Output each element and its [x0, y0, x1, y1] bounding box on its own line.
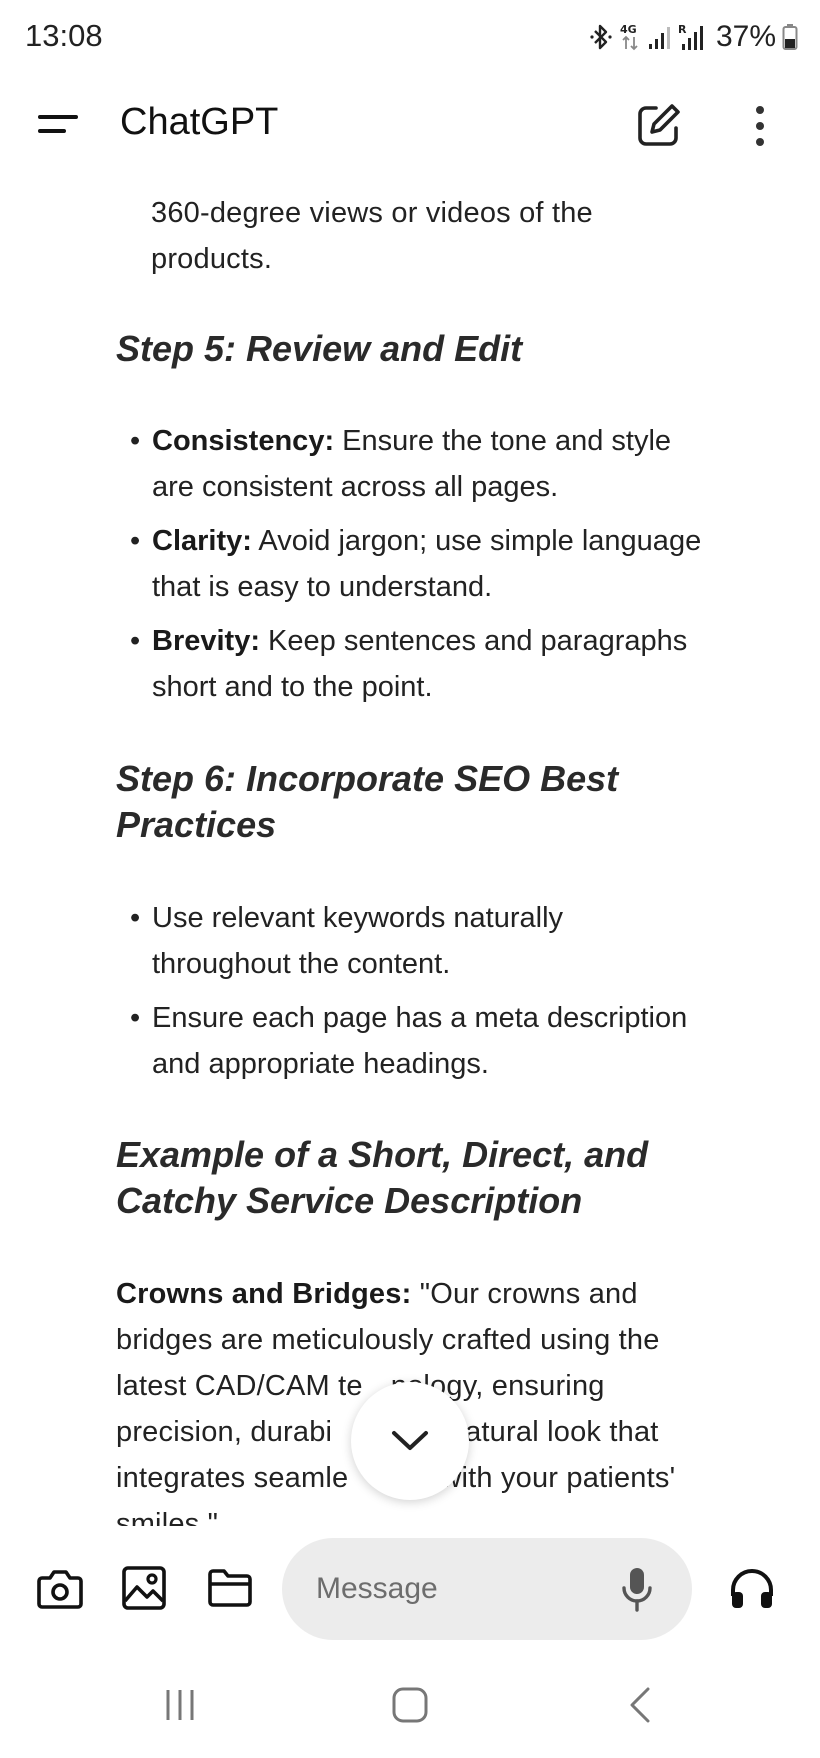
files-button[interactable] — [204, 1562, 256, 1614]
chat-content[interactable]: 360-degree views or videos of the product… — [0, 176, 820, 1526]
home-icon — [392, 1687, 428, 1723]
headphones-icon — [731, 1569, 773, 1608]
system-nav-bar — [0, 1650, 820, 1758]
list-item: • Use relevant keywords naturally through… — [130, 902, 564, 980]
chevron-down-icon — [392, 1431, 428, 1450]
battery-percent: 37% — [715, 20, 776, 53]
app-title: ChatGPT — [120, 101, 279, 143]
status-time: 13:08 — [25, 18, 103, 53]
more-vertical-icon — [756, 106, 764, 146]
more-options-button[interactable] — [740, 100, 780, 152]
example-description: Crowns and Bridges: "Our crowns and brid… — [116, 1278, 676, 1526]
camera-icon — [37, 1570, 83, 1609]
image-button[interactable] — [118, 1562, 170, 1614]
list-item: • Ensure each page has a meta descriptio… — [130, 1002, 688, 1080]
app-bar: ChatGPT — [0, 74, 820, 176]
new-chat-button[interactable] — [632, 100, 684, 152]
status-bar: 13:08 4G R 37% — [0, 0, 820, 74]
step5-heading: Step 5: Review and Edit — [116, 328, 523, 369]
list-item: • Brevity: Keep sentences and paragraphs… — [130, 625, 688, 703]
new-chat-icon — [638, 104, 680, 146]
list-item: • Consistency: Ensure the tone and style… — [130, 425, 672, 503]
4g-icon: 4G — [618, 22, 642, 52]
voice-mode-button[interactable] — [726, 1562, 778, 1614]
intro-text: 360-degree views or videos of the product… — [151, 197, 593, 275]
message-input[interactable] — [316, 1538, 596, 1640]
camera-button[interactable] — [34, 1562, 86, 1614]
home-button[interactable] — [380, 1680, 440, 1730]
example-heading: Example of a Short, Direct, and Catchy Se… — [116, 1134, 649, 1221]
image-icon — [122, 1566, 166, 1610]
list-item: • Clarity: Avoid jargon; use simple lang… — [130, 525, 702, 603]
folder-icon — [208, 1569, 252, 1607]
signal-icon — [648, 24, 672, 50]
recents-icon — [166, 1690, 194, 1720]
voice-input-button[interactable] — [612, 1564, 662, 1614]
composer — [0, 1526, 820, 1650]
status-icons: 4G R 37% — [590, 14, 798, 60]
scroll-to-bottom-button[interactable] — [351, 1382, 469, 1500]
svg-text:4G: 4G — [620, 23, 637, 36]
back-button[interactable] — [610, 1680, 670, 1730]
menu-icon — [38, 115, 78, 133]
battery-icon — [782, 23, 798, 51]
mic-icon — [622, 1568, 652, 1612]
roaming-signal-icon: R — [678, 22, 706, 52]
bluetooth-icon — [590, 24, 612, 50]
recents-button[interactable] — [150, 1680, 210, 1730]
menu-button[interactable] — [34, 104, 82, 144]
message-box — [282, 1538, 692, 1640]
back-icon — [630, 1687, 650, 1723]
step6-heading: Step 6: Incorporate SEO Best Practices — [116, 758, 619, 845]
svg-text:R: R — [678, 23, 687, 36]
